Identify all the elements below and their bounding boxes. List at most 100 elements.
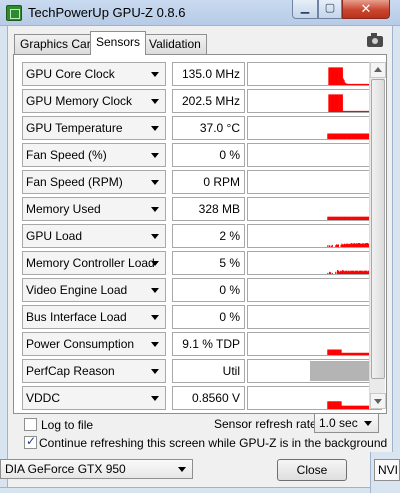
screenshot-camera-icon[interactable] <box>367 33 383 47</box>
adjacent-window-select[interactable]: NVI <box>374 459 400 481</box>
sensor-row-fan-speed-rpm: Fan Speed (RPM) 0 RPM <box>22 170 388 194</box>
scroll-up-button[interactable] <box>370 62 386 78</box>
sensor-name-label: Memory Used <box>26 202 101 216</box>
sensor-graph <box>247 62 382 86</box>
log-to-file-label: Log to file <box>41 418 94 432</box>
sensor-name-dropdown[interactable]: PerfCap Reason <box>22 359 166 383</box>
sensor-row-memory-used: Memory Used 328 MB <box>22 197 388 221</box>
sensor-graph-plot <box>248 144 381 166</box>
graph-bar <box>327 245 329 247</box>
chevron-down-icon <box>151 126 159 131</box>
sensor-name-dropdown[interactable]: Fan Speed (%) <box>22 143 166 167</box>
sensor-graph-plot <box>327 216 381 220</box>
gpu-select[interactable]: DIA GeForce GTX 950 <box>0 459 193 479</box>
sensor-graph <box>247 278 382 302</box>
chevron-down-icon <box>151 396 159 401</box>
graph-bar <box>327 272 329 274</box>
refresh-rate-value: 1.0 sec <box>319 416 358 430</box>
sensor-row-gpu-memory-clock: GPU Memory Clock 202.5 MHz <box>22 89 388 113</box>
sensor-name-dropdown[interactable]: Power Consumption <box>22 332 166 356</box>
sensor-value: 202.5 MHz <box>172 89 245 113</box>
sensor-graph <box>247 224 382 248</box>
close-button[interactable]: Close <box>277 459 347 481</box>
window-bottom-border <box>0 487 370 493</box>
sensor-graph-plot <box>248 279 381 301</box>
chevron-down-icon <box>151 207 159 212</box>
sensor-row-fan-speed: Fan Speed (%) 0 % <box>22 143 388 167</box>
chevron-down-icon <box>151 288 159 293</box>
sensor-name-dropdown[interactable]: Memory Used <box>22 197 166 221</box>
sensor-graph <box>247 197 382 221</box>
sensor-row-gpu-temperature: GPU Temperature 37.0 °C <box>22 116 388 140</box>
sensor-value: 5 % <box>172 251 245 275</box>
sensor-name-label: GPU Load <box>26 229 83 243</box>
sensor-graph-plot <box>327 238 381 247</box>
sensor-name-label: GPU Core Clock <box>26 67 115 81</box>
tab-validation[interactable]: Validation <box>143 34 207 54</box>
sensor-name-label: GPU Memory Clock <box>26 94 133 108</box>
sensor-graph <box>247 305 382 329</box>
sensor-graph-plot <box>327 270 381 274</box>
sensor-name-dropdown[interactable]: Bus Interface Load <box>22 305 166 329</box>
chevron-down-icon <box>151 315 159 320</box>
scroll-down-button[interactable] <box>370 393 386 409</box>
sensor-list-scrollbar[interactable] <box>369 62 386 409</box>
tab-sensors[interactable]: Sensors <box>90 31 147 55</box>
chevron-down-icon <box>151 180 159 185</box>
sensor-row-video-engine-load: Video Engine Load 0 % <box>22 278 388 302</box>
sensor-value: 0 % <box>172 278 245 302</box>
graph-bar <box>337 244 340 247</box>
sensor-value: Util <box>172 359 245 383</box>
sensor-graph <box>247 89 382 113</box>
sensor-name-dropdown[interactable]: GPU Memory Clock <box>22 89 166 113</box>
sensor-row-vddc: VDDC 0.8560 V <box>22 386 388 410</box>
sensor-name-label: Video Engine Load <box>26 283 128 297</box>
scroll-thumb[interactable] <box>371 79 385 379</box>
sensor-name-label: Bus Interface Load <box>26 310 127 324</box>
graph-bar <box>341 94 343 112</box>
chevron-down-icon <box>151 72 159 77</box>
continue-refreshing-label: Continue refreshing this screen while GP… <box>39 436 388 450</box>
graph-bar <box>331 272 333 274</box>
sensor-value: 0 % <box>172 143 245 167</box>
sensor-row-gpu-core-clock: GPU Core Clock 135.0 MHz <box>22 62 388 86</box>
sensor-name-dropdown[interactable]: Fan Speed (RPM) <box>22 170 166 194</box>
maximize-button[interactable]: ▢ <box>318 0 342 19</box>
sensor-name-label: PerfCap Reason <box>26 364 115 378</box>
chevron-down-icon <box>151 369 159 374</box>
sensor-graph <box>247 332 382 356</box>
chevron-down-icon <box>178 467 186 472</box>
sensor-graph-plot <box>327 133 381 139</box>
window-title: TechPowerUp GPU-Z 0.8.6 <box>28 5 186 20</box>
sensor-graph-plot <box>327 401 381 409</box>
sensor-name-dropdown[interactable]: Video Engine Load <box>22 278 166 302</box>
sensor-name-dropdown[interactable]: VDDC <box>22 386 166 410</box>
sensor-name-label: VDDC <box>26 391 61 405</box>
sensor-name-dropdown[interactable]: GPU Temperature <box>22 116 166 140</box>
chevron-down-icon <box>151 342 159 347</box>
sensor-row-perfcap-reason: PerfCap Reason Util <box>22 359 388 383</box>
chevron-down-icon <box>151 153 159 158</box>
close-window-button[interactable]: ✕ <box>342 0 390 19</box>
refresh-rate-select[interactable]: 1.0 sec <box>314 413 379 433</box>
gpuz-app-icon <box>6 5 22 21</box>
sensor-name-dropdown[interactable]: Memory Controller Load <box>22 251 166 275</box>
sensor-value: 2 % <box>172 224 245 248</box>
sensor-name-dropdown[interactable]: GPU Core Clock <box>22 62 166 86</box>
sensor-graph <box>247 251 382 275</box>
sensor-value: 0 % <box>172 305 245 329</box>
sensor-graph <box>247 386 382 410</box>
sensor-row-memory-controller-load: Memory Controller Load 5 % <box>22 251 388 275</box>
sensor-name-label: Fan Speed (RPM) <box>26 175 123 189</box>
minimize-button[interactable]: ▁ <box>292 0 318 19</box>
sensor-row-gpu-load: GPU Load 2 % <box>22 224 388 248</box>
chevron-down-icon <box>151 261 159 266</box>
sensor-graph <box>247 170 382 194</box>
sensor-name-dropdown[interactable]: GPU Load <box>22 224 166 248</box>
sensor-value: 328 MB <box>172 197 245 221</box>
continue-refreshing-checkbox[interactable] <box>24 434 37 449</box>
sensor-name-label: Power Consumption <box>26 337 135 351</box>
sensor-graph-plot <box>248 306 381 328</box>
graph-bar <box>335 271 337 274</box>
log-to-file-checkbox[interactable] <box>24 418 37 431</box>
